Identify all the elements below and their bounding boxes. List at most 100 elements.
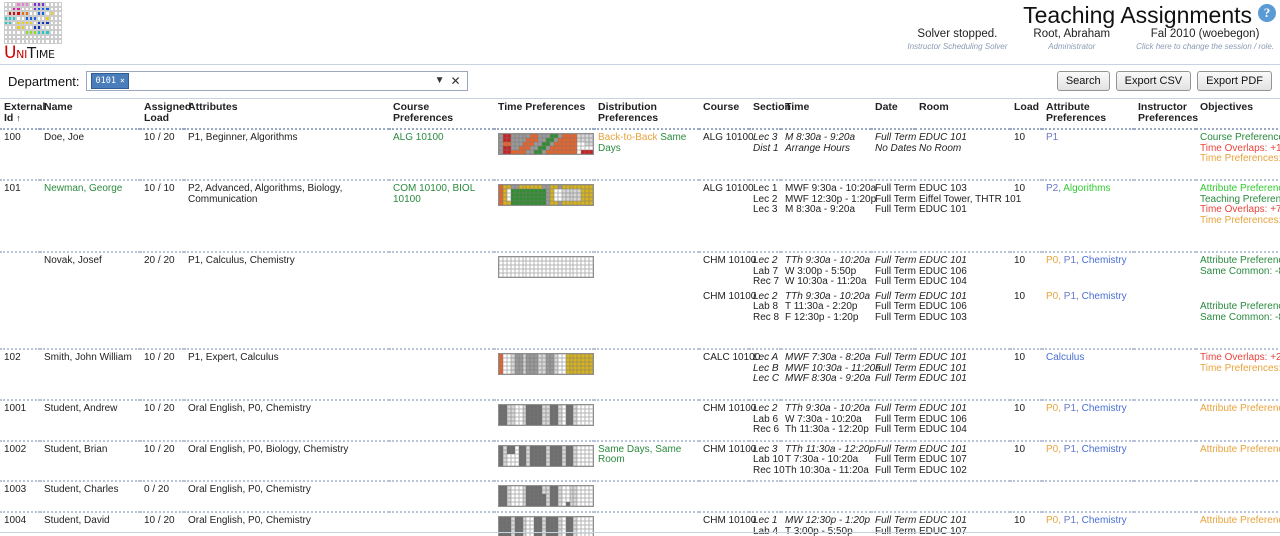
table-row[interactable]: 101 Newman, George 10 / 10 P2, Advanced, Al…: [0, 179, 1280, 252]
cell-course: CHM 10100: [699, 439, 756, 481]
distribution-preference-item[interactable]: Back-to-Back: [598, 132, 657, 143]
col-course[interactable]: Course: [699, 99, 749, 130]
instructor-name[interactable]: Student, David: [44, 515, 110, 526]
export-pdf-button[interactable]: Export PDF: [1197, 71, 1272, 91]
attribute-preference-item[interactable]: P0,: [1046, 515, 1061, 526]
attribute-preference-item[interactable]: Algorithms: [1063, 183, 1110, 194]
time-preference-grid[interactable]: [498, 256, 594, 278]
instructor-name[interactable]: Student, Charles: [44, 484, 119, 495]
course-preference-item[interactable]: COM 10100,: [393, 183, 450, 194]
course-code[interactable]: CHM 10100: [703, 515, 756, 527]
cell-external-id: 101: [0, 179, 40, 252]
table-row[interactable]: 1003 Student, Charles 0 / 20 Oral English, …: [0, 480, 1280, 512]
col-instructor-preferences[interactable]: Instructor Preferences: [1134, 99, 1198, 130]
col-attribute-preferences[interactable]: Attribute Preferences: [1042, 99, 1134, 130]
department-chip[interactable]: 0101 ×: [90, 73, 129, 89]
col-date[interactable]: Date: [871, 99, 915, 130]
attribute-preference-item[interactable]: P1,: [1064, 444, 1079, 455]
col-course-preferences[interactable]: Course Preferences: [389, 99, 494, 130]
attribute-preference-item[interactable]: Calculus: [1046, 352, 1084, 363]
department-filter-input[interactable]: 0101 × ▼ ✕: [85, 71, 468, 91]
chevron-down-icon[interactable]: ▼: [435, 75, 445, 86]
attribute-preference-item[interactable]: Chemistry: [1082, 255, 1127, 266]
instructor-name[interactable]: Novak, Josef: [44, 255, 102, 266]
instructor-name[interactable]: Smith, John William: [44, 352, 132, 363]
attribute-preference-item[interactable]: Chemistry: [1082, 515, 1127, 526]
col-load[interactable]: Load: [1010, 99, 1042, 130]
course-code[interactable]: ALG 10100: [703, 183, 754, 195]
col-external-id[interactable]: External Id ↑: [0, 99, 45, 130]
col-objectives[interactable]: Objectives: [1196, 99, 1280, 130]
user-info[interactable]: Root, Abraham Administrator: [1033, 28, 1110, 52]
cell-room: EDUC 101EDUC 107EDUC 102: [915, 439, 1010, 481]
attribute-preference-item[interactable]: Chemistry: [1082, 444, 1127, 455]
attribute-preference-item[interactable]: Chemistry: [1082, 291, 1127, 302]
col-room[interactable]: Room: [915, 99, 1010, 130]
course-code[interactable]: CALC 10100: [703, 352, 760, 364]
objective-item: Time Overlaps: +72: [1200, 204, 1280, 215]
table-row[interactable]: Novak, Josef 20 / 20 P1, Calculus, Chemist…: [0, 251, 1280, 349]
time-preference-grid[interactable]: [498, 444, 594, 467]
cell-attribute-preferences: Calculus: [1042, 348, 1134, 400]
course-code[interactable]: CHM 10100: [703, 444, 756, 456]
instructor-name[interactable]: Student, Brian: [44, 444, 107, 455]
objective-item: Attribute Preferences: -3: [1200, 255, 1280, 266]
table-row[interactable]: 102 Smith, John William 10 / 20 P1, Expert,…: [0, 348, 1280, 400]
solver-status[interactable]: Solver stopped. Instructor Scheduling So…: [907, 28, 1007, 52]
course-list: CHM 10100: [703, 403, 756, 436]
instructor-name[interactable]: Student, Andrew: [44, 403, 117, 414]
col-assigned-load[interactable]: Assigned Load: [140, 99, 191, 130]
section-list: Lec 1 Lec 2 Lec 3: [753, 183, 777, 216]
time-preference-grid[interactable]: [498, 485, 594, 507]
export-csv-button[interactable]: Export CSV: [1115, 71, 1192, 91]
table-row[interactable]: 100 Doe, Joe 10 / 20 P1, Beginner, Algorith…: [0, 129, 1280, 180]
search-button[interactable]: Search: [1056, 71, 1110, 91]
attribute-preference-item[interactable]: P0,: [1046, 255, 1061, 266]
clear-filter-icon[interactable]: ✕: [450, 74, 460, 88]
course-code[interactable]: CHM 10100: [703, 255, 756, 267]
time-list-item: Arrange Hours: [785, 142, 851, 154]
attribute-preference-item[interactable]: P1,: [1064, 255, 1079, 266]
unitime-logo[interactable]: UNITIME: [4, 2, 70, 64]
distribution-preference-item[interactable]: Same Days,: [598, 444, 652, 455]
time-preference-grid[interactable]: [498, 353, 594, 375]
close-icon[interactable]: ×: [120, 75, 125, 87]
objectives-list: Time Overlaps: +24Time Preferences: +4: [1200, 352, 1280, 395]
course-code[interactable]: ALG 10100: [703, 132, 754, 144]
table-row[interactable]: 1002 Student, Brian 10 / 20 Oral English, P…: [0, 439, 1280, 481]
instructor-name[interactable]: Newman, George: [44, 183, 122, 194]
course-code[interactable]: CHM 10100: [703, 291, 756, 303]
col-time[interactable]: Time: [781, 99, 871, 130]
attribute-preference-item[interactable]: P0,: [1046, 403, 1061, 414]
time-list: TTh 11:30a - 12:20p T 7:30a - 10:20a Th 10…: [785, 444, 875, 477]
course-code[interactable]: CHM 10100: [703, 403, 756, 415]
col-attributes[interactable]: Attributes: [184, 99, 389, 130]
session-info[interactable]: Fal 2010 (woebegon) Click here to change…: [1136, 28, 1274, 52]
time-preference-grid[interactable]: [498, 404, 594, 426]
attribute-preference-item[interactable]: P1,: [1064, 291, 1079, 302]
instructor-name[interactable]: Doe, Joe: [44, 132, 84, 143]
table-row[interactable]: 1001 Student, Andrew 10 / 20 Oral English, …: [0, 399, 1280, 441]
col-time-preferences[interactable]: Time Preferences: [494, 99, 594, 130]
help-icon[interactable]: ?: [1258, 4, 1276, 22]
attribute-preference-item[interactable]: P1,: [1064, 515, 1079, 526]
room-list: EDUC 101 EDUC 106 EDUC 104: [919, 403, 1006, 436]
attribute-preference-item[interactable]: Chemistry: [1082, 403, 1127, 414]
attribute-preference-item[interactable]: P0,: [1046, 444, 1061, 455]
col-distribution-preferences[interactable]: Distribution Preferences: [594, 99, 699, 130]
cell-empty: [1010, 480, 1042, 512]
course-preference-item[interactable]: ALG 10100: [393, 132, 444, 143]
attribute-preference-item[interactable]: P0,: [1046, 291, 1061, 302]
attribute-preference-item[interactable]: P2,: [1046, 183, 1061, 194]
col-section[interactable]: Section: [749, 99, 791, 130]
attribute-preference-item[interactable]: P1: [1046, 132, 1058, 143]
cell-distribution-preferences: [594, 251, 699, 349]
attribute-preference-item[interactable]: P1,: [1064, 403, 1079, 414]
time-preference-grid[interactable]: [498, 133, 594, 155]
time-list-item: TTh 9:30a - 10:20a: [785, 403, 871, 414]
objective-item: Same Common: -8: [1200, 311, 1280, 323]
col-name[interactable]: Name: [40, 99, 140, 130]
time-preference-grid[interactable]: [498, 184, 594, 206]
